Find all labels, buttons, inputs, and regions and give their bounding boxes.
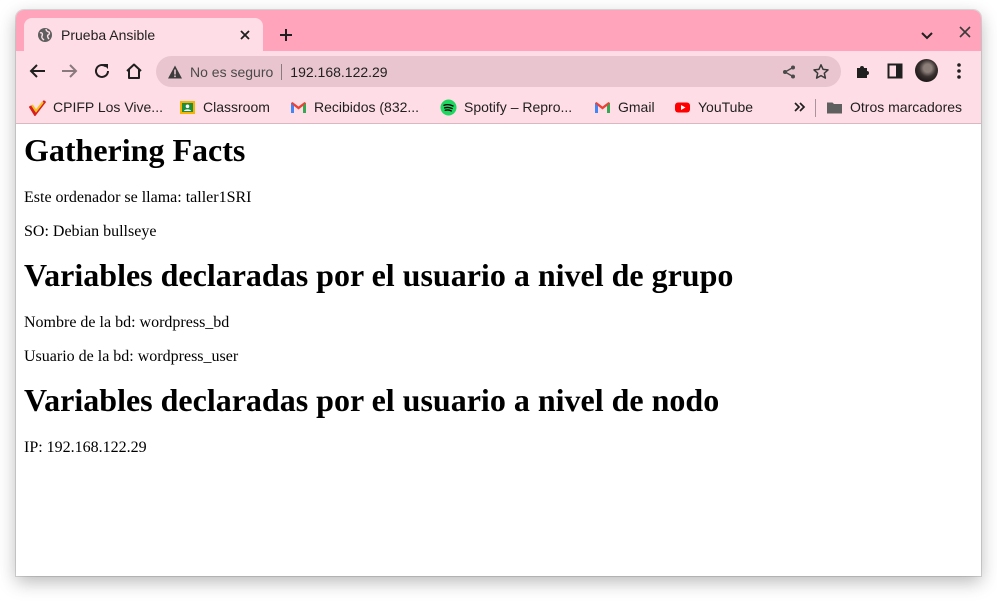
bookmark-label: Spotify – Repro...	[464, 99, 573, 115]
cpifp-logo-icon	[29, 99, 46, 116]
folder-icon	[826, 99, 843, 116]
reload-icon	[95, 63, 109, 78]
gmail-icon	[290, 99, 307, 116]
other-bookmarks-label: Otros marcadores	[850, 99, 963, 115]
three-dots-vertical-icon	[957, 63, 961, 79]
bookmarks-bar: CPIFP Los Vive... Classroom Recibidos (8…	[16, 91, 981, 124]
heading-node-variables: Variables declaradas por el usuario a ni…	[24, 382, 720, 418]
classroom-icon	[179, 99, 196, 116]
page-content: Gathering Facts Este ordenador se llama:…	[16, 124, 981, 576]
bookmark-youtube[interactable]: YouTube	[674, 97, 753, 117]
browser-window: Prueba Ansible No es seguro 192.168.122.…	[16, 10, 981, 576]
side-panel-icon	[887, 63, 903, 79]
bookmark-recibidos[interactable]: Recibidos (832...	[290, 97, 419, 117]
bookmarks-overflow-button[interactable]	[794, 97, 806, 117]
reload-button[interactable]	[89, 58, 115, 84]
hostname-line: Este ordenador se llama: taller1SRI	[24, 189, 252, 206]
heading-gathering-facts: Gathering Facts	[24, 132, 246, 168]
share-icon[interactable]	[777, 60, 801, 84]
spotify-icon	[440, 99, 457, 116]
tab-strip: Prueba Ansible	[16, 10, 981, 51]
bookmark-label: Recibidos (832...	[314, 99, 420, 115]
back-button[interactable]	[25, 58, 51, 84]
youtube-icon	[674, 99, 691, 116]
close-tab-icon[interactable]	[237, 27, 253, 43]
omnibox-separator	[281, 63, 283, 80]
db-user-line: Usuario de la bd: wordpress_user	[24, 348, 239, 365]
extensions-button[interactable]	[850, 58, 876, 84]
double-chevron-right-icon	[794, 102, 806, 112]
bookmark-classroom[interactable]: Classroom	[179, 97, 270, 117]
gmail-icon	[594, 99, 611, 116]
puzzle-icon	[857, 66, 869, 78]
bookmark-label: CPIFP Los Vive...	[53, 99, 163, 115]
toolbar: No es seguro 192.168.122.29	[16, 51, 981, 91]
new-tab-button[interactable]	[275, 24, 297, 46]
home-icon	[126, 63, 142, 79]
forward-button[interactable]	[56, 58, 82, 84]
arrow-right-icon	[62, 64, 78, 78]
profile-avatar[interactable]	[915, 59, 938, 82]
menu-button[interactable]	[946, 58, 972, 84]
side-panel-button[interactable]	[882, 58, 908, 84]
bookmark-label: Gmail	[618, 99, 655, 115]
plus-icon	[280, 29, 292, 41]
security-status-label[interactable]: No es seguro	[190, 64, 273, 80]
bookmark-spotify[interactable]: Spotify – Repro...	[440, 97, 572, 117]
tab-title: Prueba Ansible	[61, 26, 156, 43]
globe-icon	[37, 27, 53, 43]
address-bar[interactable]: No es seguro 192.168.122.29	[156, 56, 841, 87]
bookmark-label: YouTube	[698, 99, 754, 115]
db-name-line: Nombre de la bd: wordpress_bd	[24, 314, 230, 331]
bookmark-label: Classroom	[203, 99, 270, 115]
arrow-left-icon	[29, 64, 45, 78]
heading-group-variables: Variables declaradas por el usuario a ni…	[24, 257, 734, 293]
close-icon	[959, 26, 971, 38]
other-bookmarks-folder[interactable]: Otros marcadores	[826, 97, 962, 117]
chevron-down-icon	[921, 32, 933, 40]
tab-prueba-ansible[interactable]: Prueba Ansible	[24, 18, 263, 51]
bookmark-cpifp[interactable]: CPIFP Los Vive...	[29, 97, 163, 117]
ip-line: IP: 192.168.122.29	[24, 439, 147, 456]
tab-search-button[interactable]	[916, 24, 938, 46]
bookmark-gmail[interactable]: Gmail	[594, 97, 655, 117]
url-text[interactable]: 192.168.122.29	[290, 64, 777, 80]
home-button[interactable]	[121, 58, 147, 84]
window-close-button[interactable]	[954, 21, 976, 43]
os-line: SO: Debian bullseye	[24, 223, 157, 240]
bookmark-star-icon[interactable]	[809, 60, 833, 84]
warning-icon[interactable]	[167, 64, 183, 80]
bookmarks-separator	[815, 99, 816, 117]
